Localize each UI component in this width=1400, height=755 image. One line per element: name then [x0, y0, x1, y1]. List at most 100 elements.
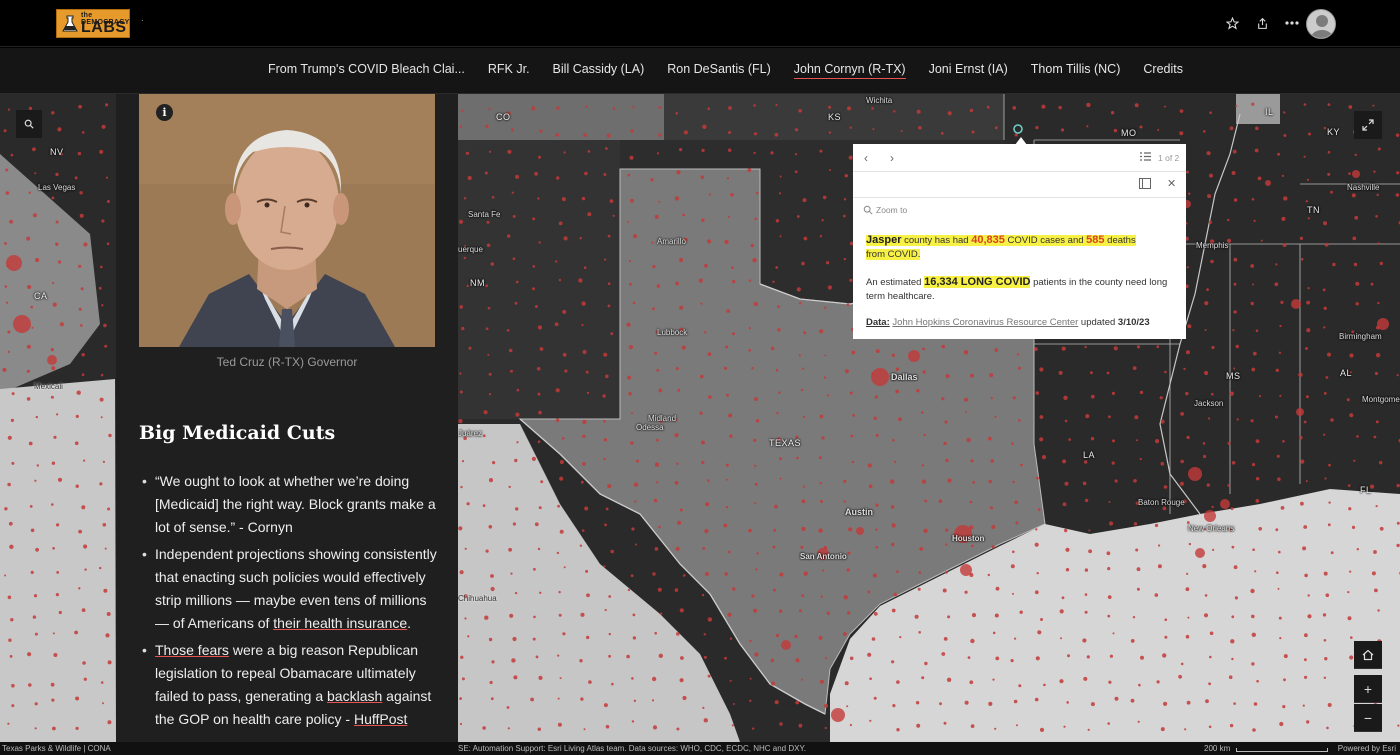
popup-case-summary: Jasper county has had 40,835 COVID cases…: [866, 233, 1174, 262]
data-label: Data:: [866, 317, 890, 328]
minus-icon: −: [1363, 709, 1373, 726]
tab-rfk-jr[interactable]: RFK Jr.: [488, 62, 530, 79]
map-attribution-bar: Texas Parks & Wildlife | CONA SE: Automa…: [0, 742, 1400, 755]
home-icon: [1362, 649, 1374, 660]
map-label-odessa: Odessa: [636, 423, 664, 432]
zoom-to-button[interactable]: Zoom to: [863, 205, 907, 215]
county-popup: ‹ › 1 of 2 ✕ Zoom to Jasper county has h…: [853, 144, 1186, 339]
star-icon[interactable]: [1224, 14, 1240, 32]
story-title: Big Medicaid Cuts: [139, 422, 336, 444]
photo-caption: Ted Cruz (R-TX) Governor: [216, 355, 358, 369]
close-icon[interactable]: ✕: [1167, 177, 1176, 190]
tab-joni-ernst-ia[interactable]: Joni Ernst (IA): [929, 62, 1008, 79]
popup-text: COVID cases and: [1004, 235, 1087, 246]
map-fullscreen-button[interactable]: [1354, 111, 1382, 139]
story-tabs: From Trump's COVID Bleach Clai... RFK Jr.…: [268, 62, 1183, 79]
popup-text: An estimated: [866, 277, 925, 288]
bullet-item: “We ought to look at whether we’re doing…: [142, 470, 440, 539]
zoom-to-label: Zoom to: [876, 205, 908, 215]
story-side-panel: i Ted Cruz (R-TX) Governor Big Medicaid …: [116, 94, 458, 742]
map-label-lubbock: Lubbock: [657, 328, 688, 337]
attribution-text: SE: Automation Support: Esri Living Atla…: [458, 744, 806, 753]
expand-icon: [1362, 119, 1374, 131]
tab-bill-cassidy-la[interactable]: Bill Cassidy (LA): [553, 62, 645, 79]
scale-label: 200 km: [1204, 744, 1231, 753]
map-label-new-orleans: New Orleans: [1188, 524, 1235, 533]
bullet-item: Those fears were a big reason Republican…: [142, 639, 440, 731]
map-label-nm: NM: [470, 278, 485, 288]
selected-feature-marker: [1013, 124, 1023, 134]
popup-text: county has had: [901, 235, 972, 246]
map-label-texas: TEXAS: [769, 438, 802, 448]
huffpost-link[interactable]: HuffPost: [354, 711, 407, 727]
map-label-la: LA: [1083, 450, 1096, 460]
those-fears-link[interactable]: Those fears: [155, 642, 229, 658]
map-label-ks: KS: [828, 112, 842, 122]
map-search-button[interactable]: [16, 110, 42, 138]
attribution-left: Texas Parks & Wildlife | CONA: [2, 744, 111, 753]
tab-credits[interactable]: Credits: [1143, 62, 1183, 79]
app-title: .: [141, 13, 144, 24]
map-label-tn: TN: [1307, 205, 1320, 215]
share-icon[interactable]: [1254, 14, 1270, 32]
next-feature-button[interactable]: ›: [890, 151, 894, 165]
popup-data-source: Data: John Hopkins Coronavirus Resource …: [866, 317, 1174, 328]
map-label-baton-rouge: Baton Rouge: [1138, 498, 1185, 507]
long-covid-count: 16,334 LONG COVID: [924, 276, 1031, 288]
tab-ron-desantis-fl[interactable]: Ron DeSantis (FL): [667, 62, 771, 79]
dock-icon[interactable]: [1139, 178, 1151, 192]
zoom-icon: [863, 205, 873, 215]
map-label-mexicali: Mexicali: [34, 382, 63, 391]
popup-text: updated: [1078, 317, 1118, 328]
map-label-san-antonio: San Antonio: [800, 552, 847, 561]
map-label-santa-fe: Santa Fe: [468, 210, 501, 219]
tab-thom-tillis-nc[interactable]: Thom Tillis (NC): [1031, 62, 1121, 79]
more-options-icon[interactable]: [1284, 14, 1300, 32]
previous-feature-button[interactable]: ‹: [864, 151, 868, 165]
popup-text: deaths: [1104, 235, 1136, 246]
user-avatar[interactable]: [1306, 9, 1336, 39]
updated-date: 3/10/23: [1117, 317, 1150, 328]
powered-by-esri[interactable]: Powered by Esri: [1338, 742, 1396, 755]
plus-icon: +: [1363, 680, 1373, 697]
zoom-in-button[interactable]: +: [1354, 675, 1382, 703]
map-label-jackson: Jackson: [1194, 399, 1224, 408]
flask-icon: [62, 15, 78, 32]
feature-page-count: 1 of 2: [1158, 153, 1180, 163]
popup-action-row: ✕: [853, 172, 1186, 198]
feature-list-icon[interactable]: [1140, 151, 1151, 165]
scale-bar: [1236, 748, 1328, 752]
popup-long-covid: An estimated 16,334 LONG COVID patients …: [866, 275, 1174, 304]
map-label-houston: Houston: [952, 534, 985, 543]
map-label-fl: FL: [1360, 485, 1372, 495]
map-label-midland: Midland: [648, 414, 677, 423]
health-insurance-link[interactable]: their health insurance: [273, 615, 407, 631]
story-nav-bar: From Trump's COVID Bleach Clai... RFK Jr.…: [0, 48, 1400, 94]
app-header: the DEMOCRACY LABS .: [0, 0, 1400, 47]
map-label-mo: MO: [1121, 128, 1137, 138]
search-icon: [24, 119, 34, 129]
map-label-ms: MS: [1226, 371, 1241, 381]
map-label-chihuahua: Chihuahua: [458, 594, 497, 603]
logo-big-text: LABS: [81, 19, 127, 36]
map-label-birmingham: Birmingham: [1339, 332, 1382, 341]
map-label-nashville: Nashville: [1347, 183, 1380, 192]
map-label-amarillo: Amarillo: [657, 237, 686, 246]
info-icon[interactable]: i: [156, 104, 173, 121]
map-label-dallas: Dallas: [891, 372, 918, 382]
tab-from-trump-s-covid-bleach-clai[interactable]: From Trump's COVID Bleach Clai...: [268, 62, 465, 79]
cornyn-photo: [139, 94, 435, 347]
home-button[interactable]: [1354, 641, 1382, 669]
death-count: 585: [1086, 234, 1105, 246]
map-label-co: CO: [496, 112, 511, 122]
map-label-montgomery: Montgomery: [1362, 395, 1400, 404]
data-source-link[interactable]: John Hopkins Coronavirus Resource Center: [892, 317, 1078, 328]
democracy-labs-logo[interactable]: the DEMOCRACY LABS: [56, 9, 130, 38]
tab-john-cornyn-r-tx[interactable]: John Cornyn (R-TX): [793, 62, 906, 79]
backlash-link[interactable]: backlash: [327, 688, 382, 704]
map-label-las-vegas: Las Vegas: [38, 183, 76, 192]
bullet-text-end: .: [407, 615, 412, 631]
map-label-al: AL: [1340, 368, 1353, 378]
map-label-ca: CA: [34, 291, 48, 301]
zoom-out-button[interactable]: −: [1354, 704, 1382, 732]
